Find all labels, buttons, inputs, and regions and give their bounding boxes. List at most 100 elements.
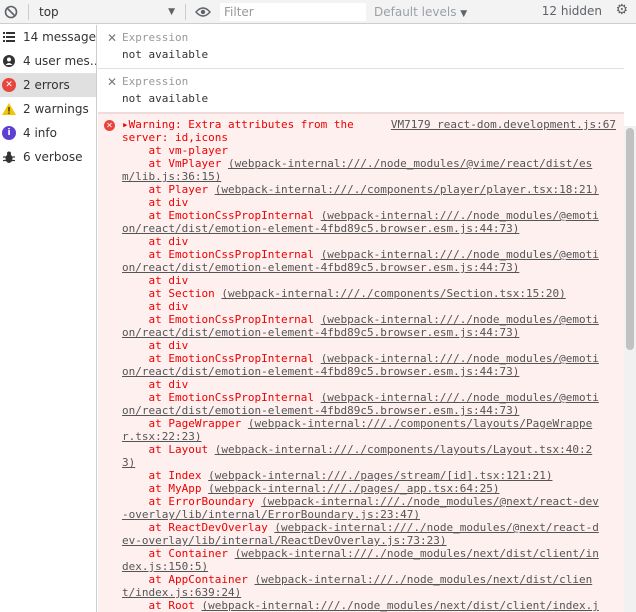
error-icon: ✕ (104, 120, 115, 131)
stack-link[interactable]: (webpack-internal:///./node_modules/@emo… (321, 352, 599, 365)
stack-link[interactable]: (webpack-internal:///./node_modules/@emo… (321, 391, 599, 404)
context-label: top (39, 4, 59, 19)
context-selector[interactable]: top ▼ (35, 5, 179, 19)
stack-text: at Player (122, 183, 215, 196)
toolbar-divider (185, 3, 186, 20)
sidebar-item-label: 4 user mes… (23, 54, 96, 68)
expression-value: not available (122, 92, 209, 105)
stack-line: at div (122, 378, 624, 391)
stack-line: at div (122, 274, 624, 287)
log-levels-dropdown[interactable]: Default levels ▼ (374, 5, 524, 19)
stack-link[interactable]: 3) (122, 456, 135, 469)
filter-input[interactable] (220, 2, 366, 21)
stack-link[interactable]: on/react/dist/emotion-element-4fbd89c5.b… (122, 326, 519, 339)
stack-link[interactable]: on/react/dist/emotion-element-4fbd89c5.b… (122, 365, 519, 378)
stack-text: at ReactDevOverlay (122, 521, 275, 534)
sidebar-item-user-messages[interactable]: 4 user mes… (0, 49, 96, 73)
stack-line: at EmotionCssPropInternal (webpack-inter… (122, 352, 624, 365)
stack-text: at vm-player (122, 144, 228, 157)
stack-link[interactable]: (webpack-internal:///./node_modules/@emo… (321, 313, 599, 326)
stack-link[interactable]: (webpack-internal:///./components/Sectio… (221, 287, 565, 300)
stack-text: at EmotionCssPropInternal (122, 209, 321, 222)
stack-link[interactable]: (webpack-internal:///./node_modules/next… (201, 599, 598, 612)
stack-text: at MyApp (122, 482, 209, 495)
stack-line: at VmPlayer (webpack-internal:///./node_… (122, 157, 624, 170)
stack-line: -overlay/lib/internal/ErrorBoundary.js:2… (122, 508, 624, 521)
stack-line: at Root (webpack-internal:///./node_modu… (122, 599, 624, 612)
error-message[interactable]: ✕ VM7179 react-dom.development.js:67 ▸Wa… (98, 113, 624, 612)
stack-link[interactable]: (webpack-internal:///./node_modules/next… (235, 547, 599, 560)
scrollbar[interactable] (624, 126, 636, 612)
stack-link[interactable]: (webpack-internal:///./components/layout… (248, 417, 592, 430)
sidebar-item-info[interactable]: i 4 info (0, 121, 96, 145)
expression-label: Expression (122, 31, 189, 44)
stack-link[interactable]: ev-overlay/lib/internal/ReactDevOverlay.… (122, 534, 447, 547)
stack-link[interactable]: (webpack-internal:///./components/player… (215, 183, 599, 196)
stack-text: at Layout (122, 443, 215, 456)
stack-line: at PageWrapper (webpack-internal:///./co… (122, 417, 624, 430)
stack-link[interactable]: on/react/dist/emotion-element-4fbd89c5.b… (122, 404, 519, 417)
sidebar-item-warnings[interactable]: 2 warnings (0, 97, 96, 121)
eye-icon[interactable] (192, 1, 214, 23)
stack-text: at div (122, 339, 189, 352)
stack-link[interactable]: (webpack-internal:///./node_modules/@nex… (261, 495, 599, 508)
stack-line: ev-overlay/lib/internal/ReactDevOverlay.… (122, 534, 624, 547)
stack-line: r.tsx:22:23) (122, 430, 624, 443)
console-messages: ✕ Expression not available ✕ Expression … (98, 25, 624, 612)
stack-link[interactable]: (webpack-internal:///./pages/stream/[id]… (208, 469, 552, 482)
stack-link[interactable]: on/react/dist/emotion-element-4fbd89c5.b… (122, 261, 519, 274)
stack-text: at EmotionCssPropInternal (122, 352, 321, 365)
gear-icon[interactable]: ⚙ (615, 2, 628, 18)
stack-text: at ErrorBoundary (122, 495, 262, 508)
stack-text: at div (122, 300, 189, 313)
stack-link[interactable]: t/index.js:639:24) (122, 586, 241, 599)
stack-link[interactable]: (webpack-internal:///./node_modules/@vim… (228, 157, 592, 170)
expression-label: Expression (122, 75, 189, 88)
sidebar-item-verbose[interactable]: 6 verbose (0, 145, 96, 169)
stack-line: at Container (webpack-internal:///./node… (122, 547, 624, 560)
stack-line: server: id,icons (122, 131, 624, 144)
stack-line: at AppContainer (webpack-internal:///./n… (122, 573, 624, 586)
stack-link[interactable]: -overlay/lib/internal/ErrorBoundary.js:2… (122, 508, 420, 521)
close-icon[interactable]: ✕ (107, 75, 117, 89)
stack-line: at div (122, 235, 624, 248)
stack-link[interactable]: (webpack-internal:///./pages/_app.tsx:64… (208, 482, 499, 495)
stack-text: at Root (122, 599, 202, 612)
stack-link[interactable]: on/react/dist/emotion-element-4fbd89c5.b… (122, 222, 519, 235)
sidebar-item-label: 2 errors (23, 78, 70, 92)
stack-line: t/index.js:639:24) (122, 586, 624, 599)
stack-link[interactable]: r.tsx:22:23) (122, 430, 201, 443)
sidebar-item-messages[interactable]: 14 messages (0, 25, 96, 49)
stack-link[interactable]: (webpack-internal:///./components/layout… (215, 443, 593, 456)
sidebar-item-label: 6 verbose (23, 150, 83, 164)
list-icon (2, 30, 16, 44)
stack-link[interactable]: (webpack-internal:///./node_modules/@nex… (274, 521, 599, 534)
user-icon (2, 54, 16, 68)
scrollbar-thumb[interactable] (626, 128, 634, 350)
stack-line: at EmotionCssPropInternal (webpack-inter… (122, 248, 624, 261)
console-sidebar: 14 messages 4 user mes… ✕ 2 errors 2 war… (0, 25, 97, 612)
stack-link[interactable]: (webpack-internal:///./node_modules/@emo… (321, 209, 599, 222)
stack-link[interactable]: (webpack-internal:///./node_modules/@emo… (321, 248, 599, 261)
stack-text: at div (122, 196, 189, 209)
live-expression: ✕ Expression not available (98, 25, 624, 69)
warning-icon (2, 102, 16, 116)
close-icon[interactable]: ✕ (107, 31, 117, 45)
stack-link[interactable]: m/lib.js:36:15) (122, 170, 221, 183)
stack-line: on/react/dist/emotion-element-4fbd89c5.b… (122, 326, 624, 339)
stack-link[interactable]: dex.js:150:5) (122, 560, 208, 573)
caret-down-icon: ▼ (168, 6, 175, 17)
sidebar-item-label: 14 messages (23, 30, 96, 44)
stack-line: at EmotionCssPropInternal (webpack-inter… (122, 209, 624, 222)
error-source-link[interactable]: VM7179 react-dom.development.js:67 (391, 118, 616, 131)
stack-text: at EmotionCssPropInternal (122, 391, 321, 404)
clear-console-icon[interactable] (0, 1, 22, 23)
stack-text: at Index (122, 469, 209, 482)
stack-line: 3) (122, 456, 624, 469)
info-icon: i (2, 126, 16, 140)
sidebar-item-errors[interactable]: ✕ 2 errors (0, 73, 96, 97)
stack-line: on/react/dist/emotion-element-4fbd89c5.b… (122, 222, 624, 235)
stack-line: at EmotionCssPropInternal (webpack-inter… (122, 313, 624, 326)
stack-link[interactable]: (webpack-internal:///./node_modules/next… (254, 573, 592, 586)
stack-line: at div (122, 300, 624, 313)
